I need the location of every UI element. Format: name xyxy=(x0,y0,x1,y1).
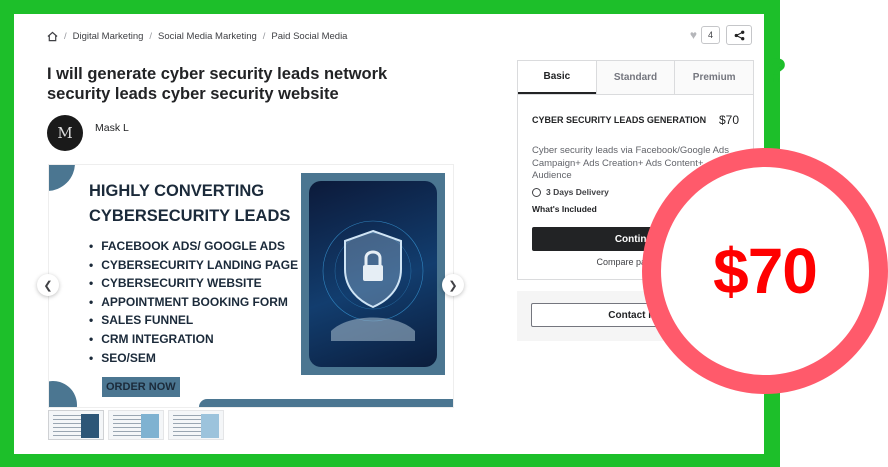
tab-basic[interactable]: Basic xyxy=(518,61,596,94)
like-count: 4 xyxy=(700,26,720,44)
gallery-next-button[interactable]: ❯ xyxy=(442,274,464,296)
seller-name[interactable]: Mask L xyxy=(95,122,129,134)
thumbnail-picture xyxy=(81,414,99,438)
chevron-right-icon: ❯ xyxy=(448,279,458,292)
breadcrumb-link-paid-social-media[interactable]: Paid Social Media xyxy=(271,31,347,42)
decorative-bar xyxy=(199,399,453,407)
delivery-label: 3 Days Delivery xyxy=(546,187,609,197)
thumbnail-text-preview xyxy=(173,415,201,437)
gallery-heading-line2: CYBERSECURITY LEADS xyxy=(89,207,291,225)
list-item: SALES FUNNEL xyxy=(89,311,298,330)
decorative-fragment: ? xyxy=(766,52,787,90)
gallery-bullet-list: FACEBOOK ADS/ GOOGLE ADS CYBERSECURITY L… xyxy=(89,237,298,367)
share-icon xyxy=(734,30,744,40)
list-item: FACEBOOK ADS/ GOOGLE ADS xyxy=(89,237,298,256)
tab-standard[interactable]: Standard xyxy=(595,61,675,94)
whats-included-toggle[interactable]: What's Included xyxy=(532,204,597,214)
price-overlay-badge: $70 xyxy=(642,148,888,394)
like-button[interactable]: ♥ 4 xyxy=(690,26,720,44)
thumbnail-picture xyxy=(141,414,159,438)
gig-image-gallery[interactable]: HIGHLY CONVERTING CYBERSECURITY LEADS FA… xyxy=(48,164,454,408)
thumbnail-text-preview xyxy=(113,415,141,437)
home-icon[interactable] xyxy=(47,31,58,42)
share-button[interactable] xyxy=(726,25,752,45)
heart-icon[interactable]: ♥ xyxy=(690,28,697,42)
decorative-circle xyxy=(49,165,75,191)
avatar[interactable]: M xyxy=(47,115,83,151)
breadcrumb-separator: / xyxy=(149,31,153,42)
decorative-circle xyxy=(49,381,77,407)
gallery-thumbnails xyxy=(48,410,224,440)
gallery-thumbnail[interactable] xyxy=(108,410,164,440)
package-tabs: Basic Standard Premium xyxy=(518,61,754,95)
shield-lock-icon xyxy=(322,220,424,341)
gallery-thumbnail[interactable] xyxy=(48,410,104,440)
tab-premium[interactable]: Premium xyxy=(674,61,754,94)
package-header: CYBER SECURITY LEADS GENERATION $70 xyxy=(532,113,739,127)
list-item: CYBERSECURITY LANDING PAGE xyxy=(89,256,298,275)
thumbnail-text-preview xyxy=(53,415,81,437)
list-item: SEO/SEM xyxy=(89,349,298,368)
breadcrumb-separator: / xyxy=(262,31,266,42)
seller-info[interactable]: M Mask L xyxy=(47,115,129,151)
gallery-thumbnail[interactable] xyxy=(168,410,224,440)
breadcrumb-link-digital-marketing[interactable]: Digital Marketing xyxy=(73,31,144,42)
list-item: CRM INTEGRATION xyxy=(89,330,298,349)
gallery-heading: HIGHLY CONVERTING CYBERSECURITY LEADS xyxy=(89,179,290,229)
gig-title: I will generate cyber security leads net… xyxy=(47,65,388,103)
list-item: APPOINTMENT BOOKING FORM xyxy=(89,293,298,312)
breadcrumb-separator: / xyxy=(64,31,67,42)
package-price: $70 xyxy=(718,113,739,127)
breadcrumb-link-social-media-marketing[interactable]: Social Media Marketing xyxy=(158,31,257,42)
delivery-time: 3 Days Delivery xyxy=(532,187,609,197)
order-now-badge: ORDER NOW xyxy=(102,377,180,397)
clock-icon xyxy=(532,187,541,197)
gallery-heading-line1: HIGHLY CONVERTING xyxy=(89,182,265,200)
photo-image xyxy=(309,181,437,367)
price-overlay-text: $70 xyxy=(713,235,818,307)
top-actions: ♥ 4 xyxy=(690,25,752,45)
cybersecurity-photo xyxy=(301,173,445,375)
thumbnail-picture xyxy=(201,414,219,438)
chevron-left-icon: ❮ xyxy=(43,279,53,292)
breadcrumb: / Digital Marketing / Social Media Marke… xyxy=(47,31,347,42)
package-name: CYBER SECURITY LEADS GENERATION xyxy=(532,115,707,125)
gallery-prev-button[interactable]: ❮ xyxy=(37,274,59,296)
list-item: CYBERSECURITY WEBSITE xyxy=(89,274,298,293)
